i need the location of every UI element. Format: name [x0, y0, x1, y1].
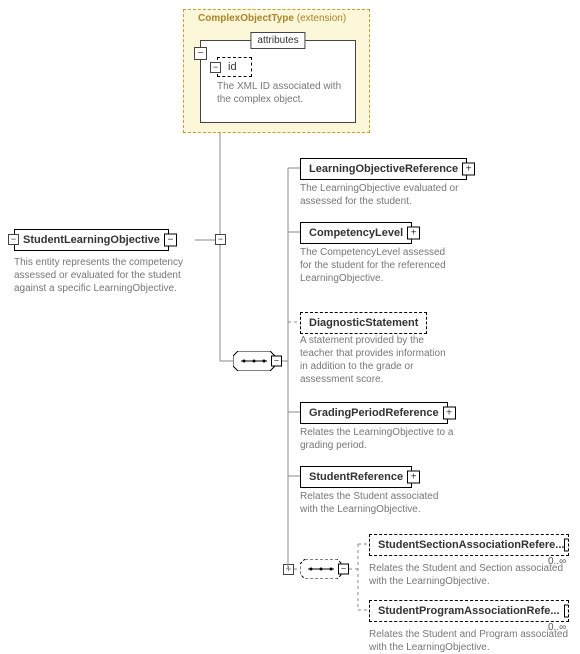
attributes-header: attributes	[250, 32, 305, 49]
child-desc-0: The LearningObjective evaluated or asses…	[300, 182, 480, 208]
child-diagnosticstatement: DiagnosticStatement	[300, 312, 427, 334]
child-label-3: GradingPeriodReference	[309, 407, 439, 419]
opt-label-0: StudentSectionAssociationRefere...	[378, 539, 564, 551]
attr-id-label: id	[228, 61, 237, 73]
opt-desc-1: Relates the Student and Program associat…	[369, 628, 569, 654]
child-expand-1[interactable]: +	[407, 227, 420, 240]
junction-box: −	[215, 234, 226, 245]
opt-expand-1[interactable]: +	[564, 605, 569, 618]
attr-id-desc: The XML ID associated with the complex o…	[217, 80, 347, 106]
sequence-main-expand[interactable]: −	[271, 356, 282, 367]
opt-child-studentprogram: StudentProgramAssociationRefe... +	[369, 600, 569, 622]
child-label-1: CompetencyLevel	[309, 227, 403, 239]
root-expand-icon[interactable]: −	[164, 234, 177, 247]
child-label-2: DiagnosticStatement	[309, 317, 418, 329]
sequence-octagon-icon	[233, 351, 275, 371]
root-element: StudentLearningObjective −	[14, 229, 169, 251]
sequence-opt-octagon-icon	[300, 559, 342, 579]
sequence-opt-expand[interactable]: −	[338, 564, 349, 575]
opt-desc-0: Relates the Student and Section associat…	[369, 562, 564, 588]
child-desc-3: Relates the LearningObjective to a gradi…	[300, 426, 470, 452]
attributes-collapse-icon[interactable]: −	[194, 47, 207, 60]
extension-title: ComplexObjectType (extension)	[198, 13, 346, 24]
extension-title-text: ComplexObjectType	[198, 13, 294, 24]
sequence-optional: −	[300, 559, 342, 579]
opt-child-studentsection: StudentSectionAssociationRefere... +	[369, 534, 569, 556]
child-desc-4: Relates the Student associated with the …	[300, 490, 440, 516]
child-studentreference: StudentReference +	[300, 466, 412, 488]
attr-id-toggle[interactable]: −	[210, 62, 221, 73]
child-expand-4[interactable]: +	[407, 471, 420, 484]
opt-label-1: StudentProgramAssociationRefe...	[378, 605, 560, 617]
child-label-4: StudentReference	[309, 471, 403, 483]
root-element-label: StudentLearningObjective	[23, 234, 160, 246]
root-toggle[interactable]: −	[8, 234, 19, 245]
child-competencylevel: CompetencyLevel +	[300, 222, 412, 244]
child-expand-0[interactable]: +	[462, 163, 475, 176]
extension-suffix: (extension)	[297, 13, 346, 24]
switch-icon: +	[283, 564, 294, 575]
sequence-main: −	[233, 351, 275, 371]
child-label-0: LearningObjectiveReference	[309, 163, 458, 175]
child-desc-1: The CompetencyLevel assessed for the stu…	[300, 246, 450, 285]
child-gradingperiodreference: GradingPeriodReference +	[300, 402, 448, 424]
attr-id: id	[217, 57, 252, 77]
child-expand-3[interactable]: +	[443, 407, 456, 420]
child-learningobjectivereference: LearningObjectiveReference +	[300, 158, 467, 180]
opt-expand-0[interactable]: +	[564, 539, 569, 552]
child-desc-2: A statement provided by the teacher that…	[300, 334, 455, 386]
root-desc: This entity represents the competency as…	[14, 256, 194, 295]
